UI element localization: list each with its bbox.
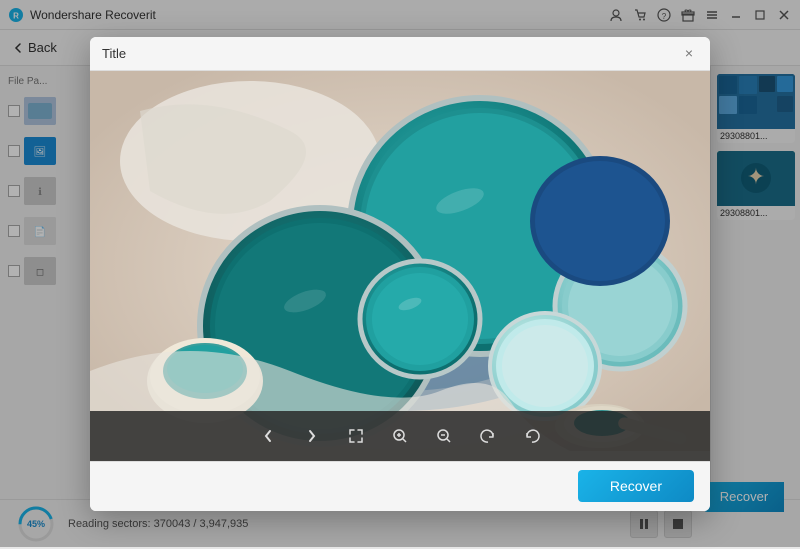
prev-button[interactable] xyxy=(254,422,282,450)
rotate-ccw-icon xyxy=(524,428,540,444)
zoom-in-button[interactable] xyxy=(386,422,414,450)
modal-title-bar: Title × xyxy=(90,37,710,71)
image-toolbar xyxy=(90,411,710,461)
zoom-out-button[interactable] xyxy=(430,422,458,450)
modal-title: Title xyxy=(102,46,126,61)
zoom-out-icon xyxy=(436,428,452,444)
modal-image-area xyxy=(90,71,710,461)
zoom-in-icon xyxy=(392,428,408,444)
fullscreen-button[interactable] xyxy=(342,422,370,450)
preview-modal: Title × xyxy=(90,37,710,511)
fullscreen-icon xyxy=(348,428,364,444)
rotate-cw-icon xyxy=(480,428,496,444)
rotate-cw-button[interactable] xyxy=(474,422,502,450)
next-button[interactable] xyxy=(298,422,326,450)
rotate-ccw-button[interactable] xyxy=(518,422,546,450)
close-icon: × xyxy=(685,45,693,61)
modal-close-button[interactable]: × xyxy=(680,44,698,62)
app-window: R Wondershare Recoverit ? xyxy=(0,0,800,547)
recover-button[interactable]: Recover xyxy=(578,470,694,502)
modal-footer: Recover xyxy=(90,461,710,511)
next-icon xyxy=(304,428,320,444)
preview-image-svg xyxy=(90,71,710,461)
modal-overlay: Title × xyxy=(0,0,800,547)
prev-icon xyxy=(260,428,276,444)
